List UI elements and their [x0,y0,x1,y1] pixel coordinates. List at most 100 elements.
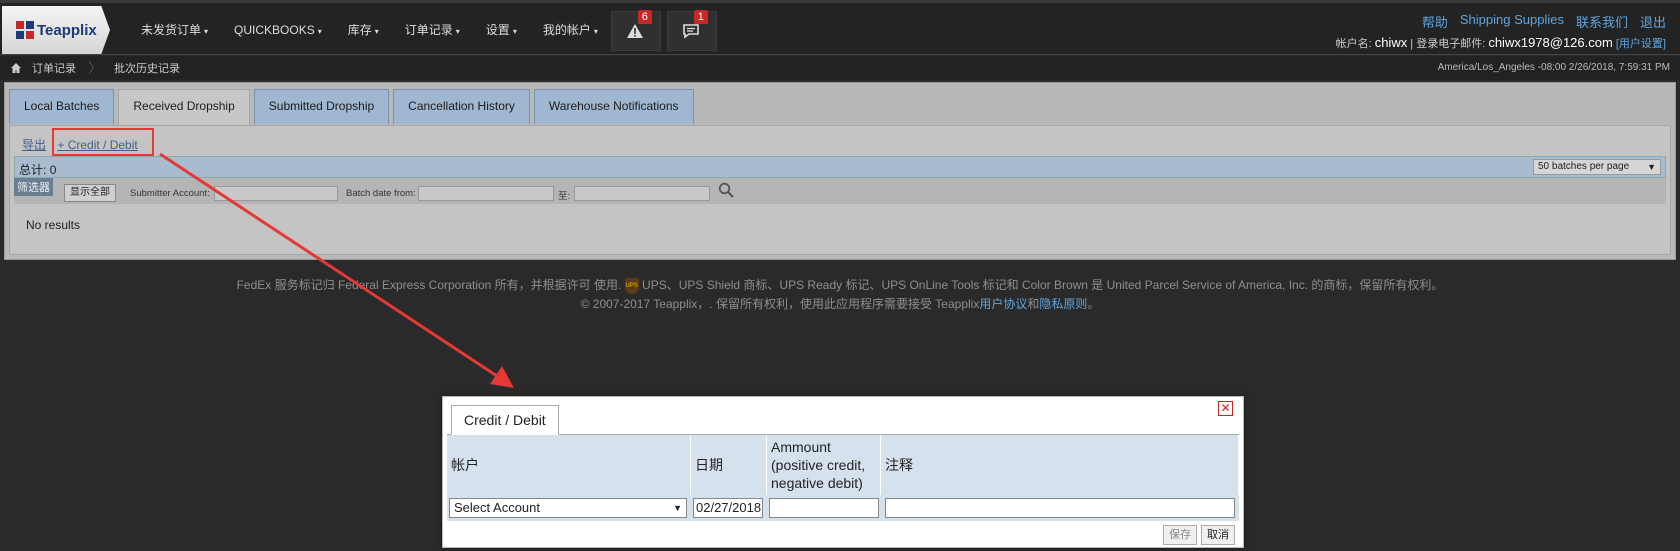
logo-mark-icon [16,21,34,39]
tab-submitted-dropship[interactable]: Submitted Dropship [253,89,390,124]
nav-label: 设置 [485,23,510,37]
page-footer: FedEx 服务标记归 Federal Express Corporation … [0,276,1680,314]
alerts-button[interactable]: 6 [610,10,661,51]
nav-inventory[interactable]: 库存 ▾ [335,3,392,58]
dialog-tab-credit-debit[interactable]: Credit / Debit [451,405,559,435]
filter-bar: 筛选器 显示全部 Submitter Account: Batch date f… [14,178,1666,204]
date-input[interactable]: 02/27/2018 [693,498,763,518]
show-all-button[interactable]: 显示全部 [64,184,116,202]
col-account: 帐户 [447,435,691,495]
main-nav: 未发货订单 ▾ QUICKBOOKS ▾ 库存 ▾ 订单记录 ▾ 设置 ▾ 我的帐户 ▾ 6… [128,3,723,58]
export-link[interactable]: 导出 [22,138,46,152]
date-to-label: 至: [558,191,571,202]
batch-date-from-label: Batch date from: [346,188,416,199]
user-email: chiwx1978@126.com [1488,35,1613,50]
chevron-down-icon: ▾ [512,27,517,36]
account-label: 帐户名: [1335,38,1372,50]
breadcrumb-order-records[interactable]: 订单记录 [32,60,76,76]
dialog-form: 帐户 日期 Ammount (positive credit, negative… [447,434,1239,546]
per-page-value: 50 batches per page [1538,161,1630,172]
batch-history-panel: Local Batches Received Dropship Submitte… [4,82,1676,260]
nav-label: QUICKBOOKS [234,23,315,37]
save-button[interactable]: 保存 [1163,525,1197,545]
chevron-down-icon: ▾ [317,27,322,36]
teapplix-logo[interactable]: Teapplix [2,6,110,54]
footer-end: 。 [1087,297,1100,311]
shipping-supplies-link[interactable]: Shipping Supplies [1460,12,1564,31]
nav-my-account[interactable]: 我的帐户 ▾ [530,3,611,58]
logo-text: Teapplix [37,21,97,39]
dropdown-arrow-icon: ▼ [1647,162,1656,172]
privacy-link[interactable]: 隐私原则 [1039,297,1087,311]
cancel-button[interactable]: 取消 [1201,525,1235,545]
col-amount: Ammount (positive credit, negative debit… [767,435,881,495]
totals-bar: 总计: 0 50 batches per page ▼ [14,156,1666,178]
logout-link[interactable]: 退出 [1640,12,1666,31]
search-icon[interactable] [718,182,734,198]
messages-button[interactable]: 1 [666,10,717,51]
top-navbar: Teapplix 未发货订单 ▾ QUICKBOOKS ▾ 库存 ▾ 订单记录 ▾ 设置… [0,0,1680,55]
chevron-down-icon: ▾ [204,27,209,36]
tab-bar: Local Batches Received Dropship Submitte… [9,89,694,125]
terms-link[interactable]: 用户协议 [979,297,1027,311]
tab-warehouse-notifications[interactable]: Warehouse Notifications [533,89,694,124]
ups-logo: UPS [624,277,639,294]
copyright-text: © 2007-2017 Teapplix，. 保留所有权利，使用此应用程序需要接… [580,297,980,311]
nav-label: 订单记录 [404,23,453,37]
user-info: 帐户名: chiwx | 登录电子邮件: chiwx1978@126.com [… [1335,35,1666,50]
col-notes: 注释 [881,435,1239,495]
contact-us-link[interactable]: 联系我们 [1576,12,1628,31]
tab-cancellation-history[interactable]: Cancellation History [393,89,530,124]
dialog-table-header: 帐户 日期 Ammount (positive credit, negative… [447,435,1239,495]
timezone-timestamp: America/Los_Angeles -08:00 2/26/2018, 7:… [1437,62,1670,73]
warning-icon [626,24,643,38]
no-results-text: No results [26,218,81,232]
email-label: 登录电子邮件: [1416,38,1486,50]
nav-unshipped-orders[interactable]: 未发货订单 ▾ [128,3,221,58]
credit-debit-dialog: Credit / Debit ✕ 帐户 日期 Ammount (positive… [442,396,1244,548]
notes-input[interactable] [885,498,1235,518]
nav-settings[interactable]: 设置 ▾ [473,3,530,58]
chevron-down-icon: ▾ [593,27,598,36]
ups-notice: UPS、UPS Shield 商标、UPS Ready 标记、UPS OnLin… [642,278,1444,292]
submitter-account-input[interactable] [214,186,338,201]
batch-date-to-input[interactable] [574,186,710,201]
top-right-panel: 帮助 Shipping Supplies 联系我们 退出 帐户名: chiwx … [1336,12,1666,51]
batch-date-from-input[interactable] [418,186,554,201]
highlight-box [52,128,154,156]
message-icon [683,24,699,39]
submitter-account-label: Submitter Account: [130,188,210,199]
chevron-down-icon: ▾ [374,27,379,36]
footer-trademark-line: FedEx 服务标记归 Federal Express Corporation … [0,276,1680,295]
user-settings-link[interactable]: [用户设置] [1616,38,1666,50]
col-date: 日期 [691,435,767,495]
help-link[interactable]: 帮助 [1422,12,1448,31]
tab-local-batches[interactable]: Local Batches [9,89,115,124]
total-value: 0 [49,163,57,177]
tab-received-dropship[interactable]: Received Dropship [118,89,250,125]
nav-label: 我的帐户 [542,23,591,37]
tab-content: 导出 + Credit / Debit 总计: 0 50 batches per… [9,125,1671,255]
account-select[interactable]: Select Account ▼ [449,498,687,518]
nav-label: 库存 [347,23,372,37]
per-page-select[interactable]: 50 batches per page ▼ [1533,159,1661,175]
alert-count-badge: 6 [637,10,652,24]
total-label: 总计: [19,163,47,177]
message-count-badge: 1 [693,10,708,24]
breadcrumb-separator-icon: 〉 [88,60,102,76]
dialog-input-row: Select Account ▼ 02/27/2018 [447,495,1239,521]
breadcrumb: 订单记录 〉 批次历史记录 America/Los_Angeles -08:00… [0,56,1680,80]
account-select-value: Select Account [454,500,540,515]
nav-order-records[interactable]: 订单记录 ▾ [392,3,473,58]
close-icon[interactable]: ✕ [1218,401,1233,416]
total-count: 总计: 0 [19,161,56,178]
footer-and: 和 [1027,297,1040,311]
nav-label: 未发货订单 [141,23,202,37]
filter-tag: 筛选器 [14,178,53,196]
dialog-buttons: 保存 取消 [1163,525,1235,545]
amount-input[interactable] [769,498,879,518]
chevron-down-icon: ▾ [455,27,460,36]
home-icon[interactable] [10,62,22,74]
fedex-notice: FedEx 服务标记归 Federal Express Corporation … [236,278,622,292]
nav-quickbooks[interactable]: QUICKBOOKS ▾ [221,3,335,58]
